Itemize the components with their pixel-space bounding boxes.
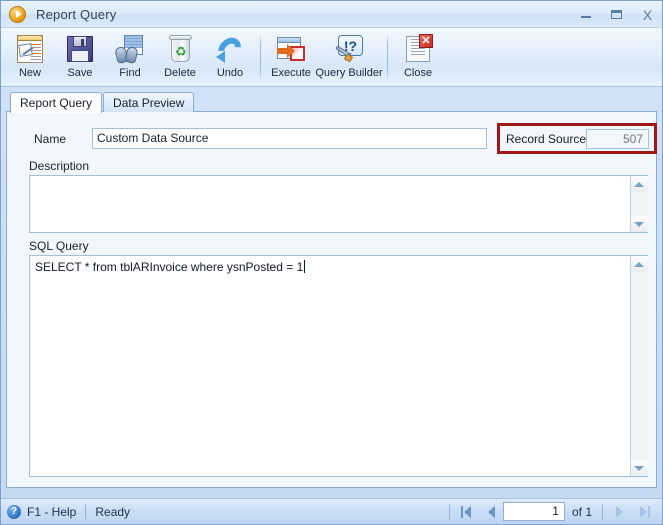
tab-data-preview-label: Data Preview	[113, 95, 185, 110]
status-separator	[85, 504, 87, 519]
find-button-label: Find	[119, 67, 141, 79]
first-record-button[interactable]	[457, 503, 475, 521]
description-scroll-track[interactable]	[630, 192, 648, 216]
tab-report-query-label: Report Query	[20, 96, 93, 110]
page-number-input[interactable]: 1	[502, 502, 565, 521]
nav-separator-right	[602, 503, 603, 520]
description-scrollbar[interactable]	[630, 176, 648, 232]
last-record-button[interactable]	[636, 503, 654, 521]
tab-strip: Report Query Data Preview	[6, 91, 657, 113]
toolbar-separator-2	[387, 33, 388, 81]
close-toolbar-button-label: Close	[403, 67, 433, 79]
status-label: Ready	[95, 504, 131, 519]
window-title: Report Query	[36, 6, 117, 22]
sql-query-scrollbar[interactable]	[630, 256, 648, 476]
delete-button[interactable]: ♻ Delete	[155, 31, 205, 85]
close-button[interactable]: X	[639, 6, 656, 23]
new-document-icon	[14, 33, 46, 65]
execute-window-icon	[275, 33, 307, 65]
content-area: Report Query Data Preview Name Custom Da…	[6, 91, 657, 489]
title-bar: Report Query X	[1, 1, 662, 28]
question-bubble-wrench-icon: !?	[333, 33, 365, 65]
floppy-disk-icon	[64, 33, 96, 65]
page-count-label: of 1	[571, 504, 592, 519]
new-button-label: New	[18, 67, 41, 79]
recycle-bin-icon: ♻	[164, 33, 196, 65]
new-button[interactable]: New	[5, 31, 55, 85]
execute-button-label: Execute	[271, 67, 311, 79]
tab-report-query[interactable]: Report Query	[10, 92, 103, 113]
query-builder-button-label: Query Builder	[315, 67, 383, 79]
delete-button-label: Delete	[164, 67, 196, 79]
record-source-id-input[interactable]: 507	[586, 129, 649, 149]
report-query-panel: Name Custom Data Source Record Source ID…	[6, 111, 657, 488]
find-button[interactable]: Find	[105, 31, 155, 85]
tab-data-preview[interactable]: Data Preview	[103, 92, 195, 112]
query-builder-button[interactable]: !? Query Builder	[315, 31, 383, 85]
name-label: Name	[34, 132, 67, 146]
description-label: Description	[29, 159, 90, 173]
status-bar: ? F1 - Help Ready 1 of 1	[1, 498, 662, 524]
scroll-up-icon[interactable]	[630, 176, 648, 192]
sql-scroll-track[interactable]	[630, 272, 648, 460]
help-label[interactable]: F1 - Help	[27, 505, 76, 519]
save-button[interactable]: Save	[55, 31, 105, 85]
undo-button-label: Undo	[216, 67, 244, 79]
document-red-x-icon: ✕	[402, 33, 434, 65]
undo-button[interactable]: Undo	[205, 31, 255, 85]
close-icon: X	[642, 6, 653, 23]
play-circle-icon	[9, 5, 26, 23]
save-button-label: Save	[67, 67, 93, 79]
sql-query-textarea[interactable]: SELECT * from tblARInvoice where ysnPost…	[29, 255, 648, 477]
close-toolbar-button[interactable]: ✕ Close	[393, 31, 443, 85]
question-mark-circle-icon[interactable]: ?	[7, 504, 21, 519]
text-caret	[304, 260, 306, 273]
binoculars-icon	[114, 33, 146, 65]
sql-scroll-up-icon[interactable]	[630, 256, 648, 272]
record-source-id-highlight: Record Source ID 507	[497, 123, 657, 154]
sql-query-text-wrap: SELECT * from tblARInvoice where ysnPost…	[35, 260, 306, 274]
sql-query-label: SQL Query	[29, 239, 89, 253]
sql-query-text: SELECT * from tblARInvoice where ysnPost…	[35, 260, 304, 274]
scroll-down-icon[interactable]	[630, 216, 648, 232]
record-navigator: 1 of 1	[442, 502, 656, 521]
name-input[interactable]: Custom Data Source	[92, 128, 487, 149]
sql-scroll-down-icon[interactable]	[630, 460, 648, 476]
minimize-button[interactable]	[577, 6, 594, 23]
toolbar: New Save Find ♻ Delete Undo Execute !? Q…	[1, 28, 662, 87]
nav-separator-left	[448, 503, 450, 520]
previous-record-button[interactable]	[483, 503, 501, 521]
execute-button[interactable]: Execute	[266, 31, 316, 85]
maximize-button[interactable]	[608, 6, 625, 23]
report-query-window: Report Query X New Save Find ♻ Delete Un…	[0, 0, 663, 525]
toolbar-separator	[260, 33, 261, 81]
undo-arrow-icon	[213, 33, 246, 65]
window-controls: X	[577, 1, 656, 28]
description-textarea[interactable]	[29, 175, 648, 233]
next-record-button[interactable]	[610, 503, 628, 521]
